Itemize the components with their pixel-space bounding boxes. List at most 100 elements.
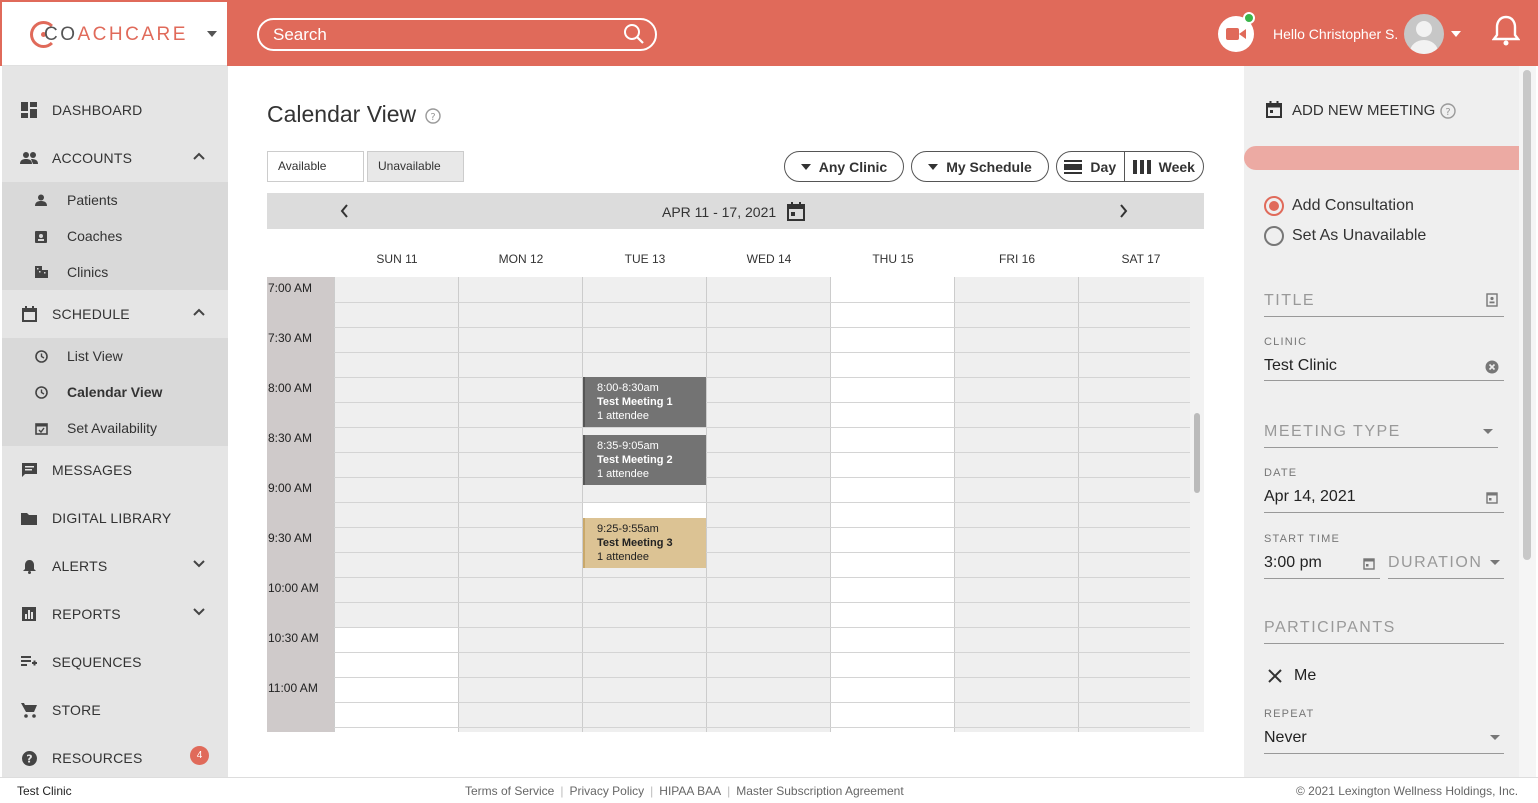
day-label: Day bbox=[1090, 158, 1117, 175]
search-icon[interactable] bbox=[623, 23, 645, 45]
hipaa-link[interactable]: HIPAA BAA bbox=[659, 784, 721, 798]
help-icon[interactable]: ? bbox=[1440, 103, 1456, 119]
event-title: Test Meeting 2 bbox=[597, 454, 673, 466]
sidebar-item-reports[interactable]: REPORTS bbox=[2, 590, 228, 638]
day-header: TUE 13 bbox=[624, 252, 666, 266]
close-icon[interactable] bbox=[1268, 669, 1282, 683]
week-label: Week bbox=[1158, 158, 1195, 175]
clinic-label: CLINIC bbox=[1264, 336, 1308, 348]
search-input[interactable]: Search bbox=[257, 18, 657, 51]
day-view-button[interactable]: Day bbox=[1057, 152, 1125, 181]
sidebar-label-coaches: Coaches bbox=[67, 228, 123, 244]
calendar-event[interactable]: 8:00-8:30am Test Meeting 1 1 attendee bbox=[583, 377, 706, 427]
sidebar-item-schedule[interactable]: SCHEDULE bbox=[2, 290, 228, 338]
people-icon bbox=[20, 149, 38, 167]
week-view-icon bbox=[1132, 159, 1151, 174]
sidebar-label-reports: REPORTS bbox=[52, 606, 121, 622]
sidebar-item-sequences[interactable]: SEQUENCES bbox=[2, 638, 228, 686]
date-value: Apr 14, 2021 bbox=[1264, 488, 1356, 505]
time-label: 8:30 AM bbox=[268, 431, 313, 445]
add-consultation-label[interactable]: Add Consultation bbox=[1292, 197, 1414, 215]
sidebar-item-patients[interactable]: Patients bbox=[2, 182, 228, 218]
chevron-up-icon[interactable] bbox=[192, 151, 206, 161]
available-toggle[interactable]: Available bbox=[267, 151, 364, 182]
calendar-icon[interactable] bbox=[1486, 491, 1498, 504]
day-column-fri[interactable] bbox=[954, 277, 1078, 732]
calendar-icon[interactable] bbox=[1363, 557, 1375, 570]
chevron-down-icon[interactable] bbox=[192, 607, 206, 617]
sidebar-item-digital-library[interactable]: DIGITAL LIBRARY bbox=[2, 494, 228, 542]
sidebar-label-set-availability: Set Availability bbox=[67, 420, 158, 436]
calendar-icon[interactable] bbox=[787, 202, 805, 221]
chevron-up-icon[interactable] bbox=[192, 307, 206, 317]
sidebar-label-store: STORE bbox=[52, 702, 101, 718]
event-attendees: 1 attendee bbox=[597, 410, 649, 422]
sidebar-item-set-availability[interactable]: Set Availability bbox=[2, 410, 228, 446]
separator: | bbox=[727, 784, 731, 798]
footer: Test Clinic Terms of Service | Privacy Pol… bbox=[0, 777, 1538, 803]
week-view-button[interactable]: Week bbox=[1125, 152, 1203, 181]
logo-dropdown-icon[interactable] bbox=[207, 31, 217, 37]
playlist-add-icon bbox=[20, 653, 38, 671]
sidebar-item-messages[interactable]: MESSAGES bbox=[2, 446, 228, 494]
time-label: 8:00 AM bbox=[268, 381, 313, 395]
day-column-mon[interactable] bbox=[458, 277, 582, 732]
time-label: 11:00 AM bbox=[268, 681, 318, 695]
day-header: SUN 11 bbox=[376, 252, 418, 266]
sidebar-item-coaches[interactable]: Coaches bbox=[2, 218, 228, 254]
unavailable-toggle[interactable]: Unavailable bbox=[367, 151, 464, 182]
sidebar-item-clinics[interactable]: Clinics bbox=[2, 254, 228, 290]
bell-icon[interactable] bbox=[1492, 14, 1520, 46]
user-greeting[interactable]: Hello Christopher S. bbox=[1273, 26, 1398, 42]
panel-heading: ADD NEW MEETING bbox=[1292, 102, 1436, 119]
panel-scroll-thumb[interactable] bbox=[1523, 70, 1531, 560]
chevron-right-icon[interactable] bbox=[1119, 203, 1129, 219]
user-menu-chevron-icon[interactable] bbox=[1451, 31, 1461, 37]
event-title: Test Meeting 3 bbox=[597, 537, 673, 549]
person-icon bbox=[34, 193, 48, 207]
time-label: 10:30 AM bbox=[268, 631, 319, 645]
calendar-event[interactable]: 9:25-9:55am Test Meeting 3 1 attendee bbox=[583, 518, 706, 568]
separator: | bbox=[560, 784, 564, 798]
my-schedule-dropdown[interactable]: My Schedule bbox=[911, 151, 1049, 182]
time-label: 10:00 AM bbox=[268, 581, 319, 595]
day-week-toggle: Day Week bbox=[1056, 151, 1204, 182]
calendar-scrollbar[interactable] bbox=[1190, 277, 1204, 732]
sidebar: DASHBOARD ACCOUNTS Patients Coaches Clin… bbox=[2, 66, 228, 777]
badge-icon bbox=[34, 229, 48, 243]
chevron-down-icon[interactable] bbox=[192, 559, 206, 569]
day-header: WED 14 bbox=[746, 252, 792, 266]
dropdown-caret-icon bbox=[1483, 429, 1493, 434]
day-column-sat[interactable] bbox=[1078, 277, 1190, 732]
sidebar-item-accounts[interactable]: ACCOUNTS bbox=[2, 134, 228, 182]
calendar-scroll-thumb[interactable] bbox=[1194, 413, 1200, 493]
day-header: FRI 16 bbox=[998, 252, 1035, 266]
msa-link[interactable]: Master Subscription Agreement bbox=[736, 784, 903, 798]
event-time: 9:25-9:55am bbox=[597, 523, 659, 535]
sidebar-item-alerts[interactable]: ALERTS bbox=[2, 542, 228, 590]
page-title: Calendar View bbox=[267, 101, 417, 127]
any-clinic-dropdown[interactable]: Any Clinic bbox=[784, 151, 904, 182]
sidebar-item-store[interactable]: STORE bbox=[2, 686, 228, 734]
privacy-link[interactable]: Privacy Policy bbox=[569, 784, 644, 798]
terms-link[interactable]: Terms of Service bbox=[465, 784, 554, 798]
avatar[interactable] bbox=[1404, 14, 1444, 54]
sidebar-item-dashboard[interactable]: DASHBOARD bbox=[2, 86, 228, 134]
set-unavailable-radio[interactable] bbox=[1264, 226, 1284, 246]
logo-text-part1: CO bbox=[44, 24, 78, 45]
clinic-value: Test Clinic bbox=[1264, 357, 1337, 374]
sidebar-label-resources: RESOURCES bbox=[52, 750, 143, 766]
set-unavailable-label[interactable]: Set As Unavailable bbox=[1292, 227, 1426, 245]
sidebar-item-list-view[interactable]: List View bbox=[2, 338, 228, 374]
help-icon[interactable]: ? bbox=[425, 108, 441, 124]
clear-icon[interactable] bbox=[1485, 360, 1499, 374]
day-column-wed[interactable] bbox=[706, 277, 830, 732]
dropdown-caret-icon bbox=[1490, 560, 1500, 565]
calendar-event[interactable]: 8:35-9:05am Test Meeting 2 1 attendee bbox=[583, 435, 706, 485]
message-icon bbox=[20, 461, 38, 479]
add-consultation-radio[interactable] bbox=[1264, 196, 1284, 216]
chevron-left-icon[interactable] bbox=[339, 203, 349, 219]
logo[interactable]: COACHCARE bbox=[2, 2, 227, 66]
sidebar-item-calendar-view[interactable]: Calendar View bbox=[2, 374, 228, 410]
event-attendees: 1 attendee bbox=[597, 551, 649, 563]
